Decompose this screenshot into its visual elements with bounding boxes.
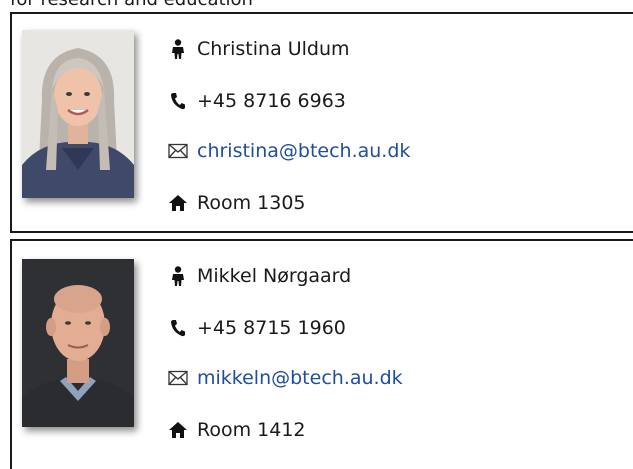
person-icon [168, 39, 188, 59]
portrait-man-image [22, 259, 134, 427]
contact-phone: +45 8716 6963 [197, 90, 346, 112]
portrait-woman-image [22, 30, 134, 198]
contact-room: Room 1412 [197, 419, 306, 441]
envelope-icon [168, 141, 188, 161]
room-row: Room 1412 [168, 415, 306, 445]
contact-name: Mikkel Nørgaard [197, 265, 352, 287]
cut-off-heading-text: for research and education [10, 0, 253, 10]
profile-photo [22, 259, 134, 427]
contact-email-link[interactable]: christina@btech.au.dk [197, 140, 410, 162]
contact-email-link[interactable]: mikkeln@btech.au.dk [197, 367, 403, 389]
room-row: Room 1305 [168, 188, 306, 218]
name-row: Mikkel Nørgaard [168, 261, 351, 291]
contact-name: Christina Uldum [197, 38, 350, 60]
phone-icon [168, 318, 188, 338]
phone-icon [168, 91, 188, 111]
contact-card: Mikkel Nørgaard +45 8715 1960 mikkeln@bt… [10, 239, 633, 469]
contact-room: Room 1305 [197, 192, 306, 214]
house-icon [168, 420, 188, 440]
contact-phone: +45 8715 1960 [197, 317, 346, 339]
phone-row: +45 8715 1960 [168, 313, 346, 343]
envelope-icon [168, 368, 188, 388]
profile-photo [22, 30, 134, 198]
email-row: mikkeln@btech.au.dk [168, 363, 403, 393]
person-icon [168, 266, 188, 286]
name-row: Christina Uldum [168, 34, 350, 64]
contact-card: Christina Uldum +45 8716 6963 christina@… [10, 12, 633, 233]
email-row: christina@btech.au.dk [168, 136, 410, 166]
house-icon [168, 193, 188, 213]
phone-row: +45 8716 6963 [168, 86, 346, 116]
